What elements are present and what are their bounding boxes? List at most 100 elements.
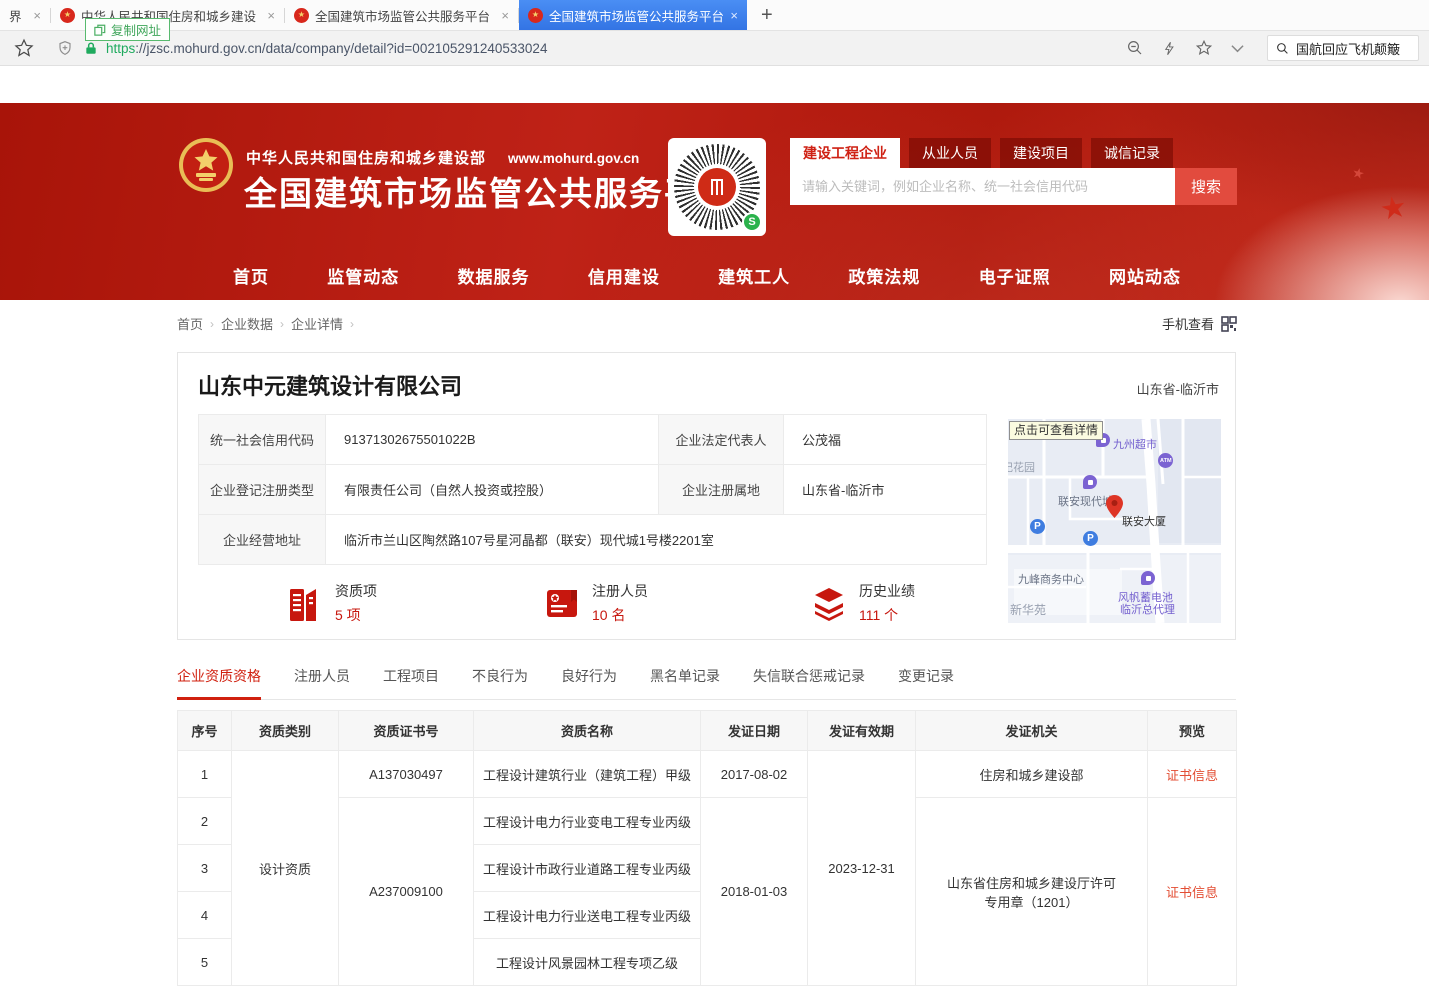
- credit-code-value: 91371302675501022B: [326, 415, 659, 465]
- building-qualification-icon: [286, 583, 324, 623]
- qualification-name: 工程设计电力行业送电工程专业丙级: [474, 892, 701, 939]
- search-tab-construction-enterprise[interactable]: 建设工程企业: [790, 138, 900, 168]
- tab-good-behavior[interactable]: 良好行为: [561, 666, 617, 686]
- browser-tab-jzsc-active[interactable]: ★ 全国建筑市场监管公共服务平台 ×: [519, 0, 747, 30]
- search-tab-practitioners[interactable]: 从业人员: [909, 138, 991, 168]
- favorite-star-icon[interactable]: [1195, 39, 1213, 57]
- search-button[interactable]: 搜索: [1175, 168, 1237, 205]
- building-pin-icon: [1083, 475, 1097, 489]
- stat-label: 注册人员: [592, 581, 648, 601]
- map-label-modern-city: 联安现代城: [1058, 493, 1113, 509]
- search-tab-projects[interactable]: 建设项目: [1000, 138, 1082, 168]
- nav-item-construction-workers[interactable]: 建筑工人: [718, 263, 790, 288]
- map-label-tower: 联安大厦: [1122, 513, 1166, 529]
- tab-close-icon[interactable]: ×: [267, 8, 275, 23]
- search-category-tabs: 建设工程企业 从业人员 建设项目 诚信记录: [790, 138, 1237, 168]
- browser-tab-jzsc-1[interactable]: ★ 全国建筑市场监管公共服务平台 ×: [285, 0, 518, 30]
- layers-history-icon: [810, 584, 848, 622]
- nav-item-policies[interactable]: 政策法规: [848, 263, 920, 288]
- zoom-out-icon[interactable]: [1126, 39, 1144, 57]
- issue-date: 2017-08-02: [701, 751, 808, 798]
- tab-close-icon[interactable]: ×: [730, 8, 738, 23]
- nav-item-home[interactable]: 首页: [233, 263, 269, 288]
- certificate-number: A137030497: [339, 751, 474, 798]
- breadcrumb: 首页 › 企业数据 › 企业详情 › 手机查看: [177, 314, 1237, 333]
- tab-dishonesty-records[interactable]: 失信联合惩戒记录: [753, 666, 865, 686]
- company-location-pin-icon[interactable]: [1106, 495, 1123, 518]
- row-number: 1: [178, 751, 232, 798]
- search-tab-credit-records[interactable]: 诚信记录: [1091, 138, 1173, 168]
- col-header: 资质类别: [232, 711, 339, 751]
- map-label-supermarket: 九州超市: [1113, 436, 1157, 452]
- qualification-table: 序号 资质类别 资质证书号 资质名称 发证日期 发证有效期 发证机关 预览 1 …: [177, 710, 1237, 986]
- browser-window: 界 × ★ 中华人民共和国住房和城乡建设 × ★ 全国建筑市场监管公共服务平台 …: [0, 0, 1429, 996]
- nav-item-e-certificates[interactable]: 电子证照: [979, 263, 1051, 288]
- company-name: 山东中元建筑设计有限公司: [198, 369, 462, 401]
- breadcrumb-home[interactable]: 首页: [177, 314, 203, 333]
- breadcrumb-separator: ›: [210, 317, 214, 331]
- nav-item-supervision-news[interactable]: 监管动态: [327, 263, 399, 288]
- qualification-category: 设计资质: [232, 751, 339, 986]
- tab-bad-behavior[interactable]: 不良行为: [472, 666, 528, 686]
- stat-qualifications[interactable]: 资质项 5 项: [286, 581, 377, 625]
- tab-change-records[interactable]: 变更记录: [898, 666, 954, 686]
- stat-value: 111 个: [859, 605, 915, 625]
- issuing-authority: 山东省住房和城乡建设厅许可专用章（1201）: [916, 798, 1148, 986]
- browser-tab-partial[interactable]: 界 ×: [0, 0, 50, 30]
- field-label: 统一社会信用代码: [199, 415, 326, 465]
- tab-qualifications[interactable]: 企业资质资格: [177, 666, 261, 686]
- atm-label: ATM: [1160, 458, 1172, 464]
- mobile-view[interactable]: 手机查看: [1162, 314, 1237, 333]
- copy-url-label: 复制网址: [111, 20, 161, 39]
- field-label: 企业经营地址: [199, 515, 326, 565]
- qr-code-mini-icon[interactable]: [1221, 316, 1237, 332]
- qr-center-logo-icon: [698, 168, 736, 206]
- personnel-card-icon: [543, 584, 581, 622]
- lightning-icon[interactable]: [1162, 40, 1177, 57]
- location-map[interactable]: 点击可查看详情 九州超市 ATM 纪花园 联安现代城 联安大厦 P P 九峰商务…: [1008, 419, 1221, 623]
- stat-historical-projects[interactable]: 历史业绩 111 个: [810, 581, 915, 625]
- browser-quick-search[interactable]: 国航回应飞机颠簸: [1267, 35, 1419, 61]
- parking-label: P: [1087, 533, 1094, 544]
- row-number: 3: [178, 845, 232, 892]
- flag-star-decoration-icon: [1377, 189, 1410, 228]
- field-label: 企业登记注册类型: [199, 465, 326, 515]
- tab-registered-personnel[interactable]: 注册人员: [294, 666, 350, 686]
- map-tooltip: 点击可查看详情: [1009, 421, 1103, 440]
- certificate-info-link[interactable]: 证书信息: [1166, 885, 1218, 900]
- stat-label: 资质项: [335, 581, 377, 601]
- company-stats: 资质项 5 项 注册人员 10 名: [198, 577, 986, 635]
- tab-blacklist[interactable]: 黑名单记录: [650, 666, 720, 686]
- business-address-value: 临沂市兰山区陶然路107号星河晶都（联安）现代城1号楼2201室: [326, 515, 987, 565]
- copy-url-tooltip[interactable]: 复制网址: [85, 18, 170, 41]
- url-address[interactable]: https://jzsc.mohurd.gov.cn/data/company/…: [106, 41, 547, 56]
- battery-pin-icon: [1141, 571, 1155, 585]
- tab-projects[interactable]: 工程项目: [383, 666, 439, 686]
- keyword-search-input[interactable]: [790, 168, 1175, 205]
- certificate-info-link[interactable]: 证书信息: [1166, 768, 1218, 783]
- tab-close-icon[interactable]: ×: [501, 8, 509, 23]
- new-tab-button[interactable]: +: [761, 4, 773, 27]
- breadcrumb-company-detail[interactable]: 企业详情: [291, 314, 343, 333]
- chevron-down-icon[interactable]: [1231, 44, 1244, 53]
- tab-close-icon[interactable]: ×: [33, 8, 41, 23]
- main-navigation: 首页 监管动态 数据服务 信用建设 建筑工人 政策法规 电子证照 网站动态: [177, 256, 1237, 294]
- col-header: 发证有效期: [808, 711, 916, 751]
- stat-value: 5 项: [335, 605, 377, 625]
- stat-label: 历史业绩: [859, 581, 915, 601]
- tab-title: 全国建筑市场监管公共服务平台: [549, 6, 724, 25]
- bookmark-star-icon[interactable]: [14, 38, 34, 58]
- ministry-line: 中华人民共和国住房和城乡建设部www.mohurd.gov.cn: [246, 147, 639, 168]
- qualification-name: 工程设计风景园林工程专项乙级: [474, 939, 701, 986]
- validity-date: 2023-12-31: [808, 751, 916, 986]
- wechat-qr-card: S: [668, 138, 766, 236]
- shield-icon[interactable]: [57, 40, 73, 56]
- stat-registered-personnel[interactable]: 注册人员 10 名: [543, 581, 648, 625]
- emblem-favicon-icon: ★: [528, 8, 543, 23]
- nav-item-data-services[interactable]: 数据服务: [458, 263, 530, 288]
- nav-item-site-news[interactable]: 网站动态: [1109, 263, 1181, 288]
- col-header: 预览: [1148, 711, 1237, 751]
- nav-item-credit-building[interactable]: 信用建设: [588, 263, 660, 288]
- breadcrumb-company-data[interactable]: 企业数据: [221, 314, 273, 333]
- parking-pin-icon: P: [1030, 519, 1045, 534]
